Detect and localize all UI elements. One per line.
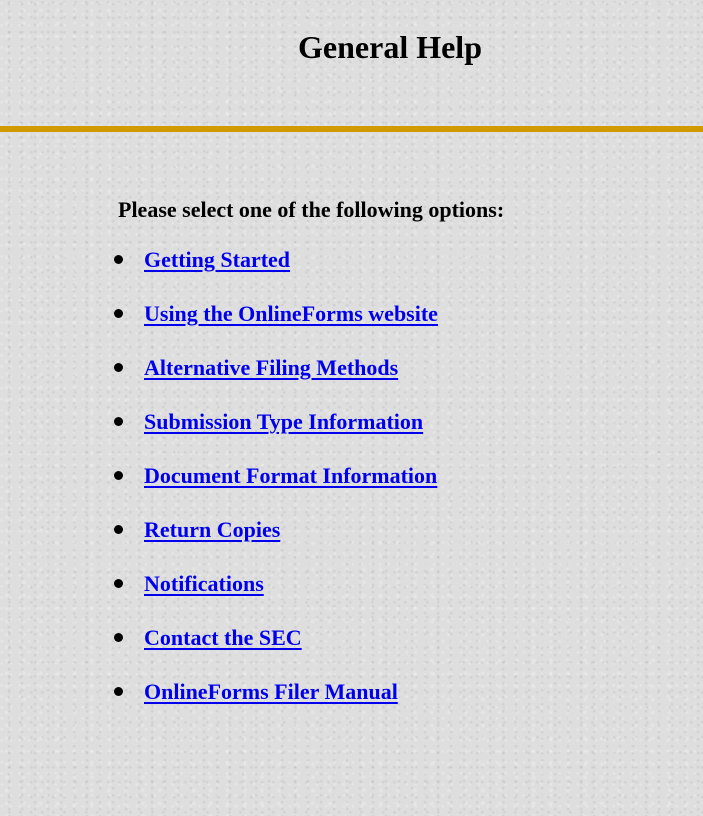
bullet-icon	[114, 579, 123, 588]
options-prompt: Please select one of the following optio…	[118, 197, 505, 222]
notifications-link[interactable]: Notifications	[144, 570, 264, 598]
bullet-icon	[114, 309, 123, 318]
help-options-list: Getting Started Using the OnlineForms we…	[114, 246, 438, 732]
list-item-alternative-filing: Alternative Filing Methods	[114, 354, 438, 408]
contact-the-sec-link[interactable]: Contact the SEC	[144, 624, 302, 652]
alternative-filing-methods-link[interactable]: Alternative Filing Methods	[144, 354, 398, 382]
divider-rule	[0, 126, 703, 132]
bullet-icon	[114, 417, 123, 426]
using-onlineforms-link[interactable]: Using the OnlineForms website	[144, 300, 438, 328]
submission-type-information-link[interactable]: Submission Type Information	[144, 408, 423, 436]
return-copies-link[interactable]: Return Copies	[144, 516, 280, 544]
bullet-icon	[114, 633, 123, 642]
list-item-notifications: Notifications	[114, 570, 438, 624]
bullet-icon	[114, 525, 123, 534]
page-title: General Help	[298, 29, 482, 65]
list-item-submission-type: Submission Type Information	[114, 408, 438, 462]
bullet-icon	[114, 471, 123, 480]
list-item-filer-manual: OnlineForms Filer Manual	[114, 678, 438, 732]
getting-started-link[interactable]: Getting Started	[144, 246, 290, 274]
bullet-icon	[114, 687, 123, 696]
list-item-document-format: Document Format Information	[114, 462, 438, 516]
list-item-return-copies: Return Copies	[114, 516, 438, 570]
onlineforms-filer-manual-link[interactable]: OnlineForms Filer Manual	[144, 678, 398, 706]
document-format-information-link[interactable]: Document Format Information	[144, 462, 437, 490]
bullet-icon	[114, 363, 123, 372]
bullet-icon	[114, 255, 123, 264]
list-item-using-onlineforms: Using the OnlineForms website	[114, 300, 438, 354]
list-item-contact-sec: Contact the SEC	[114, 624, 438, 678]
list-item-getting-started: Getting Started	[114, 246, 438, 300]
